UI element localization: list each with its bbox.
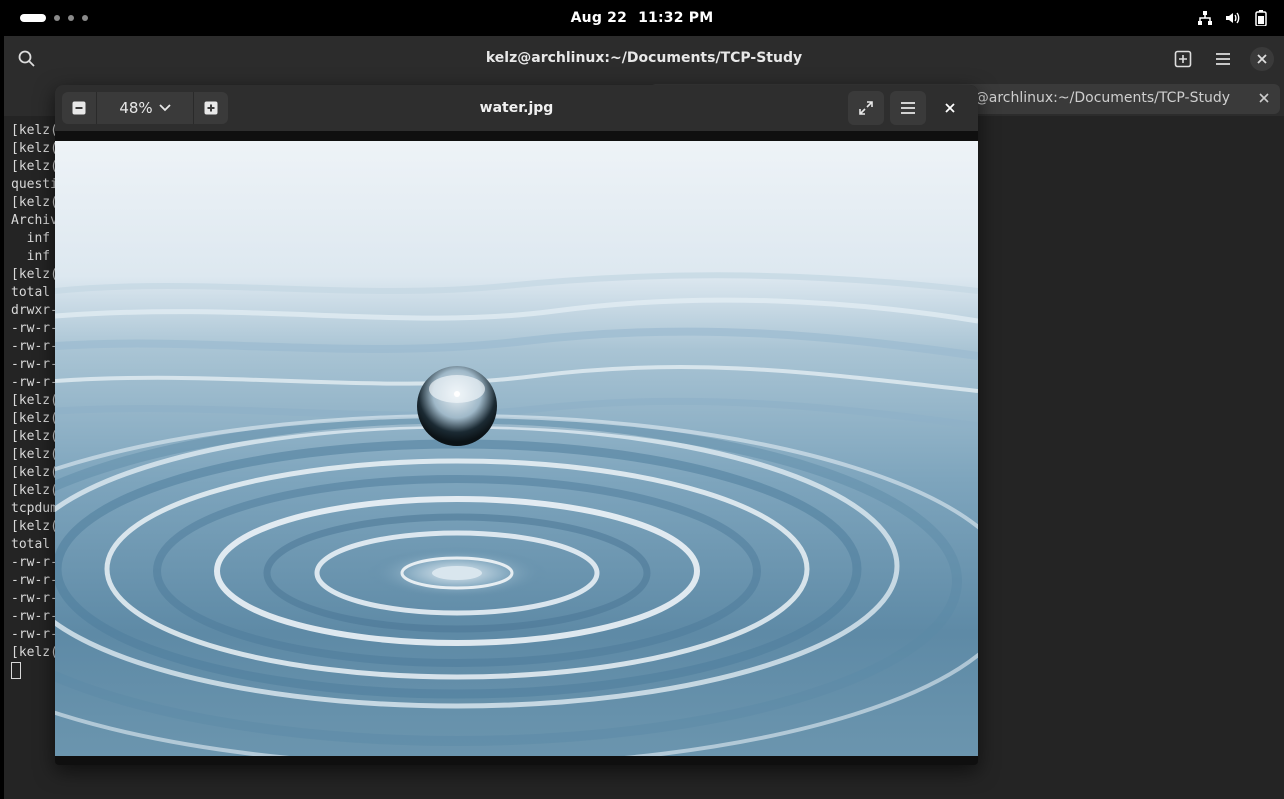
close-window-button[interactable] [1250,47,1274,71]
terminal-header: kelz@archlinux:~/Documents/TCP-Study [4,36,1284,80]
terminal-line: -rw-r- [11,339,58,354]
network-icon [1196,9,1214,27]
clock-date: Aug 22 [570,10,628,26]
close-tab-icon[interactable] [1254,88,1274,108]
terminal-line: tcpdum [11,501,58,516]
image-canvas[interactable] [55,131,978,765]
terminal-line: [kelz( [11,411,58,426]
workspace-dot [68,15,74,21]
clock[interactable]: Aug 22 11:32 PM [568,10,717,26]
battery-icon [1252,9,1270,27]
new-tab-button[interactable] [1170,46,1196,72]
menu-button[interactable] [1210,46,1236,72]
close-icon [945,103,955,113]
hamburger-icon [901,102,915,114]
terminal-line: [kelz( [11,447,58,462]
terminal-line: -rw-r- [11,357,58,372]
terminal-line: -rw-r- [11,627,58,642]
terminal-line: inf [11,249,51,264]
top-bar: Aug 22 11:32 PM [0,0,1284,36]
terminal-line: -rw-r- [11,573,58,588]
zoom-in-button[interactable] [194,92,228,124]
terminal-line: -rw-r- [11,591,58,606]
viewer-title: water.jpg [479,100,554,116]
terminal-line: [kelz( [11,123,58,138]
terminal-line: [kelz( [11,465,58,480]
terminal-line: -rw-r- [11,555,58,570]
search-icon[interactable] [16,48,38,70]
zoom-level-value: 48% [119,99,153,117]
terminal-line: questi [11,177,58,192]
terminal-line: [kelz( [11,429,58,444]
terminal-line: -rw-r- [11,375,58,390]
terminal-line: [kelz( [11,645,58,660]
terminal-line: -rw-r- [11,609,58,624]
terminal-title: kelz@archlinux:~/Documents/TCP-Study [485,50,803,66]
zoom-controls: 48% [62,92,228,124]
terminal-line: [kelz( [11,519,58,534]
terminal-line: total [11,285,51,300]
fullscreen-icon [859,101,873,115]
tab-label: kelz@archlinux:~/Documents/TCP-Study [970,90,1230,106]
zoom-out-button[interactable] [62,92,96,124]
activities-indicator[interactable] [20,14,88,22]
terminal-line: [kelz( [11,267,58,282]
terminal-line: Archiv [11,213,58,228]
zoom-level-dropdown[interactable]: 48% [97,92,193,124]
terminal-line: [kelz( [11,483,58,498]
image-viewer-window: 48% water.jpg [55,85,978,765]
terminal-line: -rw-r- [11,321,58,336]
volume-icon [1224,9,1242,27]
workspace-dot [82,15,88,21]
terminal-line: drwxr- [11,303,58,318]
workspace-dot [54,15,60,21]
terminal-line: [kelz( [11,159,58,174]
terminal-line: total [11,537,51,552]
terminal-line: inf [11,231,51,246]
viewer-menu-button[interactable] [890,91,926,125]
chevron-down-icon [159,104,171,112]
terminal-line: [kelz( [11,141,58,156]
workspace-active [20,14,46,22]
terminal-cursor [11,662,58,680]
viewer-header: 48% water.jpg [55,85,978,131]
water-drop-photo [55,141,978,756]
system-tray[interactable] [1196,9,1270,27]
clock-time: 11:32 PM [638,10,714,26]
terminal-lines: [kelz( [kelz( [kelz( questi [kelz( Archiv inf… [11,122,58,680]
terminal-line: [kelz( [11,195,58,210]
fullscreen-button[interactable] [848,91,884,125]
terminal-line: [kelz( [11,393,58,408]
viewer-close-button[interactable] [932,91,968,125]
